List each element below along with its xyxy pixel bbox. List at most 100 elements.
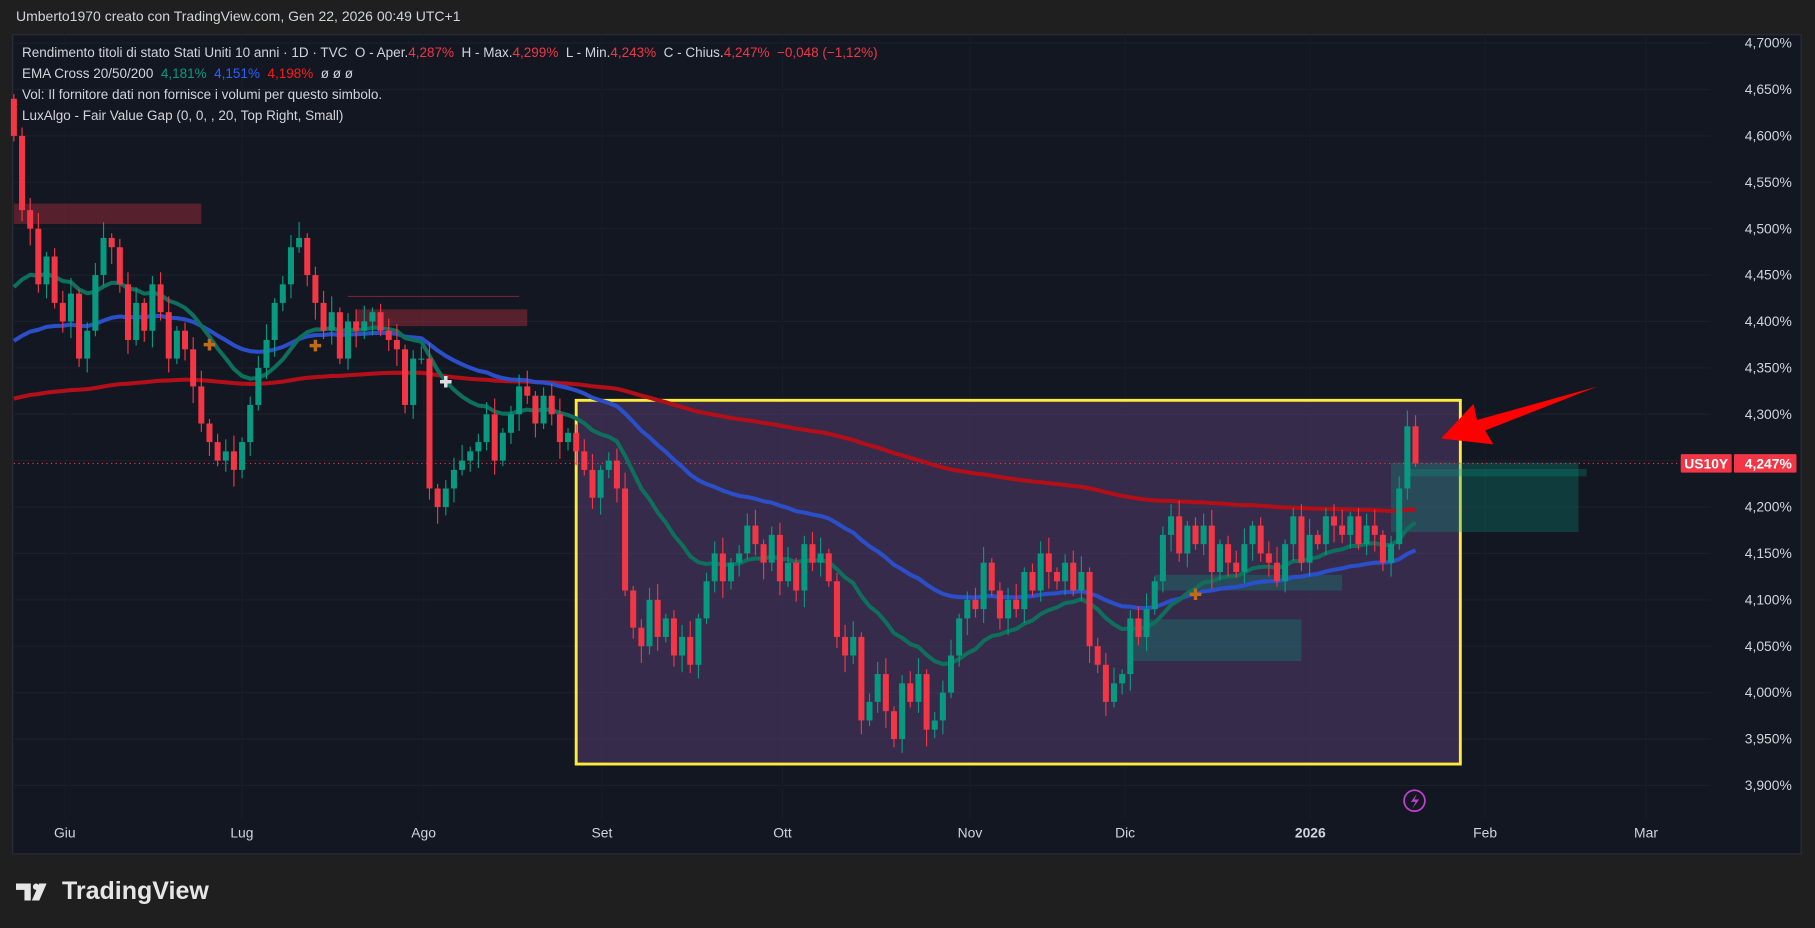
candle-body (948, 655, 955, 693)
symbol-title[interactable]: Rendimento titoli di stato Stati Uniti 1… (22, 45, 347, 60)
candle-body (907, 683, 914, 702)
candle-body (1339, 525, 1346, 535)
candle-body (393, 340, 400, 350)
candle-body (744, 525, 751, 554)
candle-body (214, 442, 221, 461)
candle-body (51, 256, 58, 303)
x-tick-label: Dic (1115, 825, 1135, 841)
candle-body (996, 590, 1003, 619)
candle-body (475, 442, 482, 452)
candle-body (304, 237, 311, 276)
candle-body (931, 720, 938, 730)
candle-body (565, 432, 572, 443)
candle-body (35, 228, 42, 285)
candle-body (711, 553, 718, 582)
candle-body (1347, 516, 1354, 535)
candle-body (353, 321, 360, 331)
candle-body (402, 349, 409, 405)
candle-body (1037, 553, 1044, 591)
candle-body (1355, 516, 1362, 545)
candle-body (1241, 544, 1248, 572)
candle-body (882, 674, 889, 712)
candle-body (165, 312, 172, 359)
candle-body (695, 618, 702, 665)
candle-body (1184, 525, 1191, 554)
candle-body (646, 599, 653, 647)
x-tick-label: Ott (773, 825, 792, 841)
candle-body (589, 469, 596, 498)
candle-body (548, 395, 555, 415)
change-value: −0,048 (−1,12%) (777, 45, 878, 60)
candle-body (84, 330, 91, 359)
candle-body (116, 247, 123, 285)
candle-body (1322, 516, 1329, 545)
candle-body (1053, 571, 1060, 582)
x-tick-label: Feb (1473, 825, 1497, 841)
candle-body (377, 312, 384, 331)
candle-body (385, 330, 392, 341)
candle-body (703, 581, 710, 619)
legend-volume-line[interactable]: Vol: Il fornitore dati non fornisce i vo… (22, 87, 382, 102)
candle-body (1371, 525, 1378, 535)
candle-body (173, 330, 180, 359)
legend-fvg-line[interactable]: LuxAlgo - Fair Value Gap (0, 0, , 20, To… (22, 108, 343, 123)
tradingview-logo[interactable]: TradingView (16, 877, 209, 906)
candle-body (239, 442, 246, 470)
candle-body (247, 404, 254, 443)
candle-body (507, 414, 514, 433)
bearish-fvg-box (13, 203, 202, 225)
x-tick-label: Giu (54, 825, 76, 841)
candle-body (622, 488, 629, 591)
candle-body (670, 618, 677, 656)
price-chart[interactable]: 4,700% 4,650% 4,600% 4,550% 4,500% 4,450% 4,40… (0, 0, 1815, 928)
candle-body (1208, 525, 1215, 572)
candle-body (1257, 525, 1264, 554)
x-tick-label: 2026 (1295, 825, 1326, 841)
candle-body (450, 469, 457, 489)
ema20-value: 4,181% (160, 66, 207, 81)
candle-body (434, 488, 441, 508)
candle-body (1086, 571, 1093, 647)
y-tick-label: 3,950% (1745, 731, 1792, 747)
candle-body (361, 321, 368, 331)
candle-body (532, 395, 539, 424)
candle-body (255, 367, 262, 405)
candle-body (866, 701, 873, 721)
candle-body (768, 534, 775, 563)
candle-body (157, 284, 164, 313)
candle-body (198, 386, 205, 424)
candle-body (1225, 544, 1232, 563)
candle-body (687, 636, 694, 665)
candle-body (100, 237, 107, 276)
candle-body (459, 460, 466, 470)
candle-body (1078, 571, 1085, 591)
attribution: Umberto1970 creato con TradingView.com, … (16, 8, 461, 24)
candle-body (92, 275, 99, 331)
candle-body (1216, 544, 1223, 572)
candle-body (1412, 426, 1419, 464)
y-tick-label: 4,700% (1745, 35, 1792, 51)
close-value: 4,247% (723, 45, 770, 60)
symbol-tag-label: US10Y (1684, 456, 1729, 472)
candle-body (491, 414, 498, 461)
legend-ema-line[interactable]: EMA Cross 20/50/200 4,181% 4,151% 4,198%… (22, 66, 353, 81)
candle-body (964, 599, 971, 619)
y-tick-label: 4,450% (1745, 267, 1792, 283)
candle-body (1273, 562, 1280, 582)
candle-body (736, 553, 743, 563)
candle-body (1363, 525, 1370, 545)
candle-body (899, 683, 906, 740)
candle-body (263, 340, 270, 368)
candle-body (222, 451, 229, 461)
candle-body (679, 636, 686, 656)
candle-body (1388, 544, 1395, 563)
tradingview-logo-icon (16, 883, 47, 900)
x-tick-label: Lug (230, 825, 253, 841)
candle-body (785, 562, 792, 582)
candle-body (516, 386, 523, 415)
y-tick-label: 3,900% (1745, 777, 1792, 793)
x-tick-label: Set (591, 825, 612, 841)
y-tick-label: 4,000% (1745, 684, 1792, 700)
candle-body (344, 321, 352, 359)
y-tick-label: 4,300% (1745, 406, 1792, 422)
